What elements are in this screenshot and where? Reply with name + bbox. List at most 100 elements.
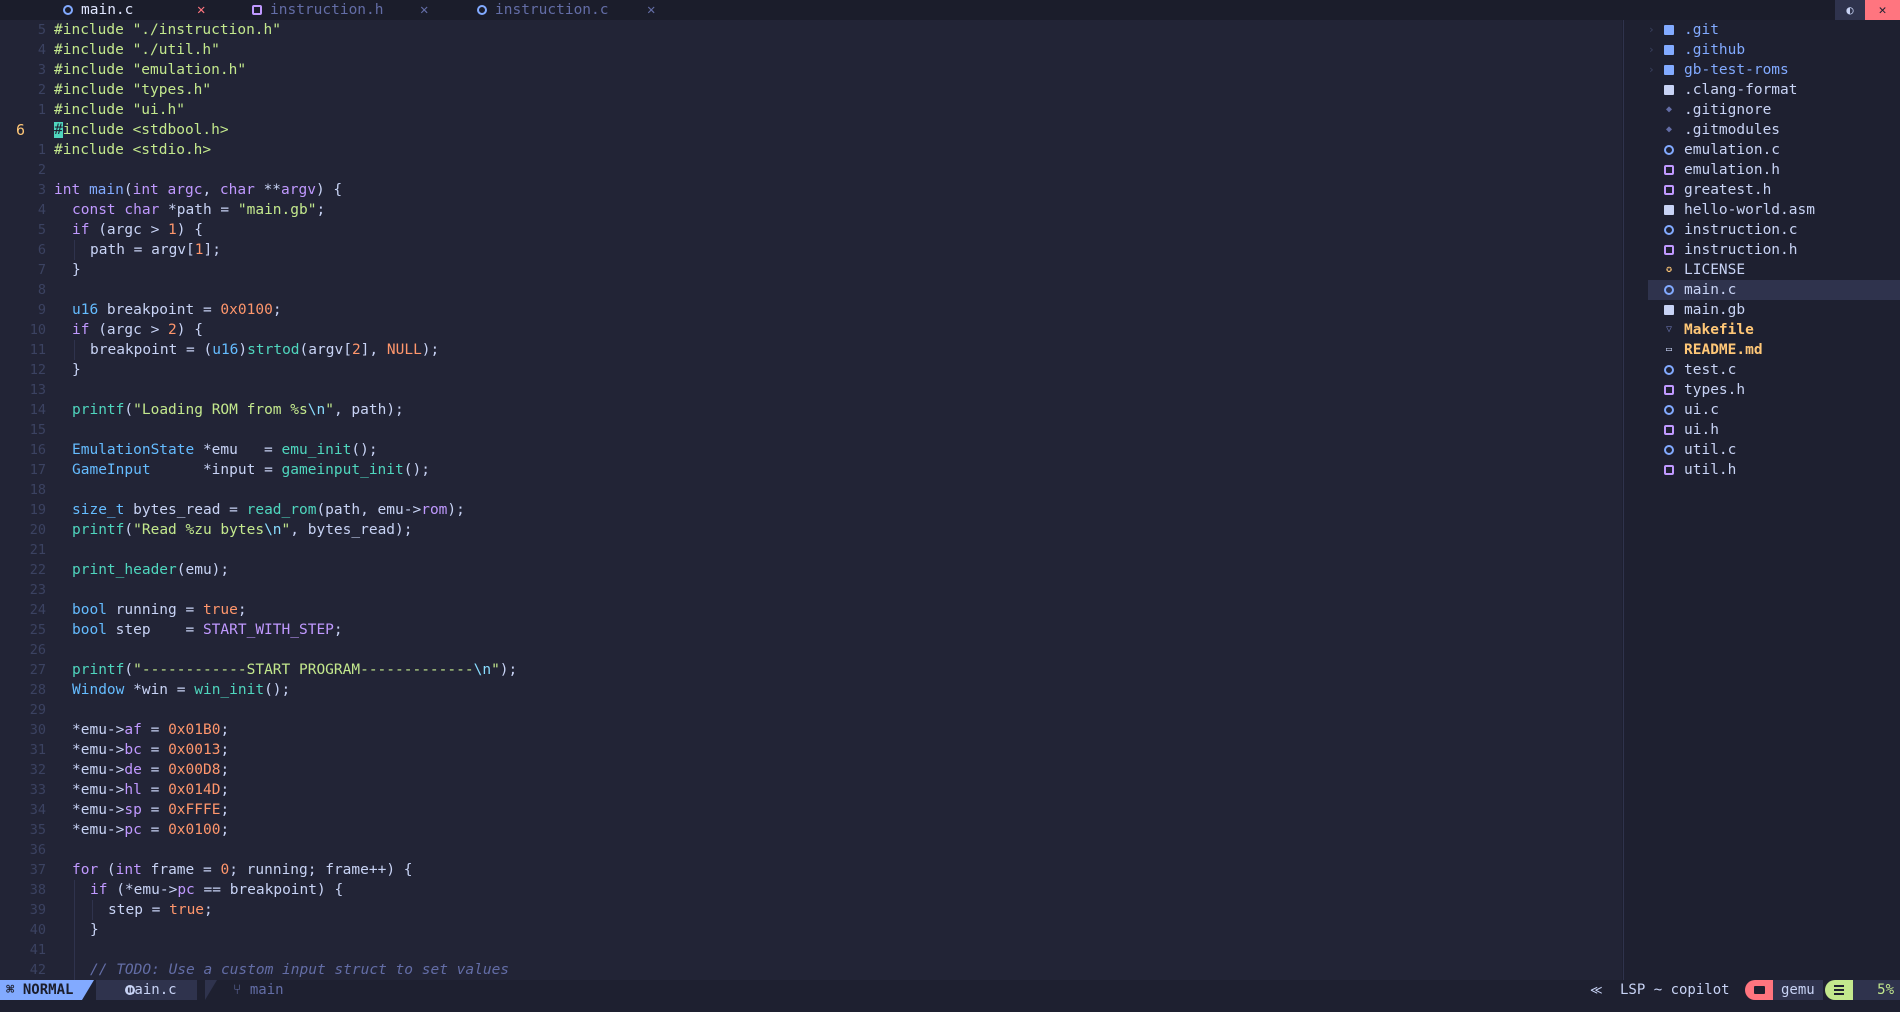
tree-item-util-h[interactable]: util.h [1624, 460, 1900, 480]
line-number: 18 [29, 482, 46, 498]
git-icon: ◆ [1665, 124, 1673, 135]
close-icon[interactable]: ✕ [420, 2, 428, 18]
code-line: 35 *emu->pc = 0x0100; [0, 820, 1622, 840]
code-line: 9 u16 breakpoint = 0x0100; [0, 300, 1622, 320]
tree-item-main-gb[interactable]: main.gb [1624, 300, 1900, 320]
code-editor[interactable]: 5 #include "./instruction.h" 4 #include ".… [0, 20, 1622, 980]
close-icon[interactable]: ✕ [647, 2, 655, 18]
code-line: 16 EmulationState *emu = emu_init(); [0, 440, 1622, 460]
theme-toggle-button[interactable]: ◐ [1835, 0, 1865, 20]
tree-item-makefile[interactable]: ▽ Makefile [1624, 320, 1900, 340]
c-file-icon [1664, 285, 1674, 295]
line-number: 30 [29, 722, 46, 738]
line-number: 33 [29, 782, 46, 798]
code-line: 11 breakpoint = (u16)strtod(argv[2], NULL… [0, 340, 1622, 360]
tree-item-license[interactable]: ✪ LICENSE [1624, 260, 1900, 280]
folder-icon [1664, 25, 1674, 35]
line-number: 24 [29, 602, 46, 618]
code-line: 1 #include <stdio.h> [0, 140, 1622, 160]
tabline: main.c ✕ instruction.h ✕ instruction.c ✕… [0, 0, 1900, 20]
tree-item-greatest-h[interactable]: greatest.h [1624, 180, 1900, 200]
markdown-icon: ▭ [1665, 344, 1673, 355]
line-number: 14 [29, 402, 46, 418]
tree-item-main-c[interactable]: main.c [1648, 280, 1900, 300]
line-number: 22 [29, 562, 46, 578]
code-line: 14 printf("Loading ROM from %s\n", path); [0, 400, 1622, 420]
line-number: 11 [29, 342, 46, 358]
branch-name: main [249, 982, 284, 998]
code-line: 5 if (argc > 1) { [0, 220, 1622, 240]
chevron-right-icon: › [1648, 63, 1655, 76]
tree-item-gb-test-roms-folder[interactable]: › gb-test-roms [1624, 60, 1900, 80]
h-file-icon [1664, 245, 1674, 255]
line-number: 23 [29, 582, 46, 598]
tree-item-emulation-h[interactable]: emulation.h [1624, 160, 1900, 180]
line-number: 19 [29, 502, 46, 518]
tree-item-instruction-h[interactable]: instruction.h [1624, 240, 1900, 260]
tree-item-instruction-c[interactable]: instruction.c [1624, 220, 1900, 240]
code-line: 38 if (*emu->pc == breakpoint) { [0, 880, 1622, 900]
line-number: 35 [29, 822, 46, 838]
line-number: 3 [37, 182, 46, 198]
folder-icon [1745, 980, 1773, 1000]
line-number: 34 [29, 802, 46, 818]
code-line: 20 printf("Read %zu bytes\n", bytes_read)… [0, 520, 1622, 540]
git-branch: ⑂ main [233, 980, 284, 1000]
tab-main-c[interactable]: main.c ✕ [63, 0, 205, 20]
code-line: 36 [0, 840, 1622, 860]
tree-item-gitmodules[interactable]: ◆ .gitmodules [1624, 120, 1900, 140]
c-file-icon [1664, 365, 1674, 375]
code-line: 18 [0, 480, 1622, 500]
tree-item-emulation-c[interactable]: emulation.c [1624, 140, 1900, 160]
code-line: 2 #include "types.h" [0, 80, 1622, 100]
tree-item-types-h[interactable]: types.h [1624, 380, 1900, 400]
chevron-right-icon: › [1648, 43, 1655, 56]
tree-item-ui-h[interactable]: ui.h [1624, 420, 1900, 440]
c-file-icon [1664, 405, 1674, 415]
tree-item-ui-c[interactable]: ui.c [1624, 400, 1900, 420]
h-file-icon [1664, 185, 1674, 195]
line-number: 41 [29, 942, 46, 958]
file-icon [1664, 205, 1674, 215]
h-file-icon [1664, 165, 1674, 175]
line-number: 38 [29, 882, 46, 898]
branch-icon: ⑂ [233, 982, 242, 998]
line-number: 15 [29, 422, 46, 438]
h-file-icon [252, 5, 262, 15]
folder-icon [1664, 45, 1674, 55]
code-line: 3 int main(int argc, char **argv) { [0, 180, 1622, 200]
close-icon[interactable]: ✕ [197, 2, 205, 18]
code-line: 37 for (int frame = 0; running; frame++) … [0, 860, 1622, 880]
tree-item-test-c[interactable]: test.c [1624, 360, 1900, 380]
line-number: 31 [29, 742, 46, 758]
tree-item-hello-world-asm[interactable]: hello-world.asm [1624, 200, 1900, 220]
code-line: 3 #include "emulation.h" [0, 60, 1622, 80]
tree-item-util-c[interactable]: util.c [1624, 440, 1900, 460]
git-icon: ◆ [1665, 104, 1673, 115]
code-line: 40} [0, 920, 1622, 940]
tab-instruction-h[interactable]: instruction.h ✕ [252, 0, 428, 20]
tree-item-git-folder[interactable]: › .git [1624, 20, 1900, 40]
line-number: 25 [29, 622, 46, 638]
command-line[interactable] [0, 1000, 1900, 1012]
tab-instruction-c[interactable]: instruction.c ✕ [477, 0, 655, 20]
mode-label: NORMAL [22, 982, 74, 998]
line-number: 36 [29, 842, 46, 858]
tree-item-github-folder[interactable]: › .github [1624, 40, 1900, 60]
close-all-button[interactable]: ✕ [1865, 0, 1900, 20]
code-line: 42// TODO: Use a custom input struct to … [0, 960, 1622, 980]
line-number: 42 [29, 962, 46, 978]
c-file-icon [1664, 225, 1674, 235]
code-line: 17 GameInput *input = gameinput_init(); [0, 460, 1622, 480]
project-name: gemu [1773, 980, 1823, 1000]
statusline: ⌘ NORMAL main.c ⑂ main ≪ LSP ~ copilot g… [0, 980, 1900, 1000]
tree-item-clang-format[interactable]: .clang-format [1624, 80, 1900, 100]
tree-item-gitignore[interactable]: ◆ .gitignore [1624, 100, 1900, 120]
lsp-icon: ≪ [1590, 983, 1603, 997]
h-file-icon [1664, 465, 1674, 475]
line-number: 39 [29, 902, 46, 918]
code-line: 29 [0, 700, 1622, 720]
tree-item-readme[interactable]: ▭ README.md [1624, 340, 1900, 360]
code-line: 41 [0, 940, 1622, 960]
c-file-icon [1664, 145, 1674, 155]
